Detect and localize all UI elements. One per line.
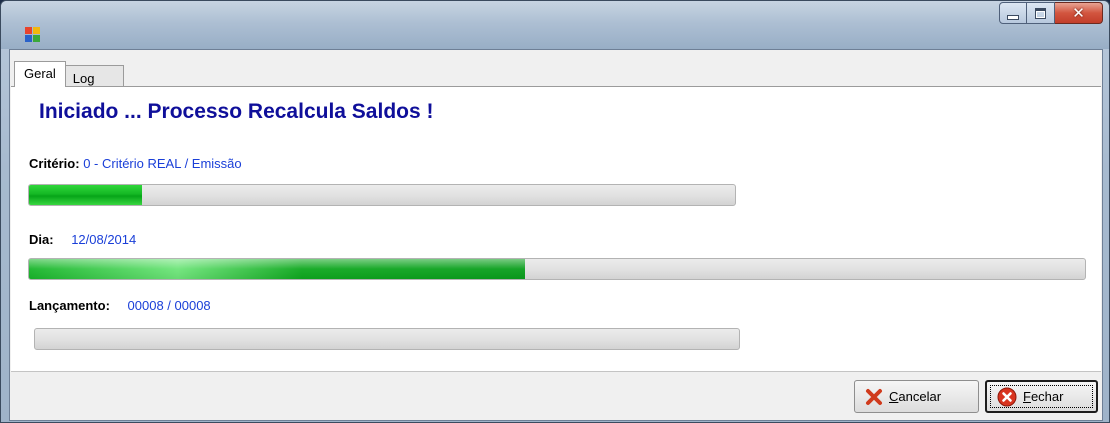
criterio-label: Critério: [29,156,80,171]
tab-log[interactable]: Log [64,65,124,87]
dia-row: Dia: 12/08/2014 [29,232,136,247]
maximize-icon [1035,7,1046,19]
fechar-button[interactable]: Fechar [985,380,1098,413]
cancel-button[interactable]: Cancelar [854,380,979,413]
lancamento-value: 00008 / 00008 [127,298,211,313]
lancamento-row: Lançamento: 00008 / 00008 [29,298,211,313]
dia-progress-bar [28,258,1086,280]
minimize-icon [1007,14,1019,20]
dialog-window: ✕ Geral Log Iniciado ... Processo Recalc… [0,0,1110,423]
button-bar: Cancelar Fechar [11,372,1101,420]
close-icon: ✕ [1072,4,1085,22]
dialog-client: Geral Log Iniciado ... Processo Recalcul… [9,49,1103,421]
criterio-row: Critério: 0 - Critério REAL / Emissão [29,156,242,171]
minimize-button[interactable] [999,2,1027,24]
dia-label: Dia: [29,232,54,247]
page-title: Iniciado ... Processo Recalcula Saldos ! [39,100,434,123]
title-bar[interactable]: ✕ [1,1,1109,49]
tab-strip: Geral Log [14,61,124,87]
cancel-x-icon [866,388,882,405]
close-circle-icon [997,387,1017,406]
app-icon[interactable] [25,27,41,43]
criterio-progress-fill [29,185,142,205]
close-window-button[interactable]: ✕ [1055,2,1103,24]
criterio-value: 0 - Critério REAL / Emissão [83,156,242,171]
fechar-button-label: Fechar [1023,389,1064,404]
cancel-button-label: Cancelar [889,389,942,404]
lancamento-progress-bar [34,328,740,350]
dia-progress-fill [29,259,526,279]
tab-geral[interactable]: Geral [14,61,66,87]
lancamento-label: Lançamento: [29,298,110,313]
dia-value: 12/08/2014 [71,232,137,247]
tab-panel-geral: Iniciado ... Processo Recalcula Saldos !… [11,86,1101,372]
maximize-button[interactable] [1027,2,1055,24]
criterio-progress-bar [28,184,736,206]
